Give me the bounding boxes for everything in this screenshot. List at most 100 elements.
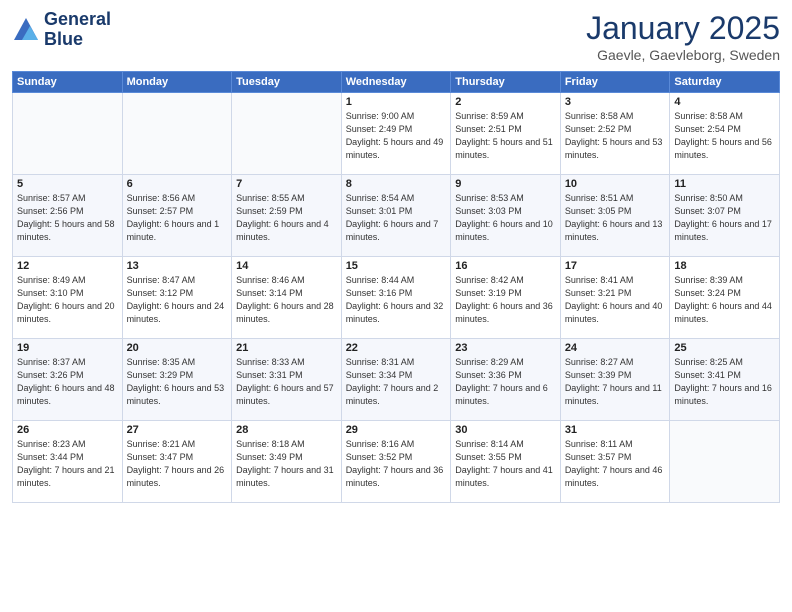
- day-number: 14: [236, 260, 337, 272]
- table-row: 6Sunrise: 8:56 AM Sunset: 2:57 PM Daylig…: [122, 175, 232, 257]
- table-row: 19Sunrise: 8:37 AM Sunset: 3:26 PM Dayli…: [13, 339, 123, 421]
- table-row: 25 Sunrise: 8:25 AM Sunset: 3:41 PM Dayli…: [670, 339, 780, 421]
- day-info: Sunrise: 8:41 AM Sunset: 3:21 PM Dayligh…: [565, 274, 666, 326]
- table-row: 21 Sunrise: 8:33 AM Sunset: 3:31 PM Dayli…: [232, 339, 342, 421]
- calendar-table: Sunday Monday Tuesday Wednesday Thursday…: [12, 71, 780, 503]
- day-info: Sunrise: 8:35 AM Sunset: 3:29 PM Dayligh…: [127, 356, 228, 408]
- day-number: 27: [127, 424, 228, 436]
- table-row: 16Sunrise: 8:42 AM Sunset: 3:19 PM Dayli…: [451, 257, 561, 339]
- table-row: 1 Sunrise: 9:00 AM Sunset: 2:49 PM Daylig…: [341, 93, 451, 175]
- day-number: 15: [346, 260, 447, 272]
- day-number: 31: [565, 424, 666, 436]
- day-number: 8: [346, 178, 447, 190]
- day-number: 20: [127, 342, 228, 354]
- day-info: Sunrise: 8:31 AM Sunset: 3:34 PM Dayligh…: [346, 356, 447, 408]
- col-friday: Friday: [560, 72, 670, 93]
- table-row: 7 Sunrise: 8:55 AM Sunset: 2:59 PM Daylig…: [232, 175, 342, 257]
- day-info: Sunrise: 8:58 AM Sunset: 2:52 PM Dayligh…: [565, 110, 666, 162]
- day-info: Sunrise: 8:58 AM Sunset: 2:54 PM Dayligh…: [674, 110, 775, 162]
- day-info: Sunrise: 8:33 AM Sunset: 3:31 PM Dayligh…: [236, 356, 337, 408]
- calendar-week-row: 5 Sunrise: 8:57 AM Sunset: 2:56 PM Daylig…: [13, 175, 780, 257]
- calendar-week-row: 19Sunrise: 8:37 AM Sunset: 3:26 PM Dayli…: [13, 339, 780, 421]
- logo-icon: [12, 16, 40, 44]
- table-row: 11Sunrise: 8:50 AM Sunset: 3:07 PM Dayli…: [670, 175, 780, 257]
- table-row: 4Sunrise: 8:58 AM Sunset: 2:54 PM Daylig…: [670, 93, 780, 175]
- page-container: General Blue January 2025 Gaevle, Gaevle…: [0, 0, 792, 511]
- day-number: 12: [17, 260, 118, 272]
- table-row: 12 Sunrise: 8:49 AM Sunset: 3:10 PM Dayli…: [13, 257, 123, 339]
- day-info: Sunrise: 8:49 AM Sunset: 3:10 PM Dayligh…: [17, 274, 118, 326]
- day-number: 23: [455, 342, 556, 354]
- table-row: [13, 93, 123, 175]
- table-row: 14 Sunrise: 8:46 AM Sunset: 3:14 PM Dayli…: [232, 257, 342, 339]
- calendar-week-row: 26 Sunrise: 8:23 AM Sunset: 3:44 PM Dayli…: [13, 421, 780, 503]
- day-number: 13: [127, 260, 228, 272]
- col-thursday: Thursday: [451, 72, 561, 93]
- day-number: 19: [17, 342, 118, 354]
- day-number: 7: [236, 178, 337, 190]
- day-number: 21: [236, 342, 337, 354]
- table-row: 18Sunrise: 8:39 AM Sunset: 3:24 PM Dayli…: [670, 257, 780, 339]
- table-row: 22Sunrise: 8:31 AM Sunset: 3:34 PM Dayli…: [341, 339, 451, 421]
- table-row: 15 Sunrise: 8:44 AM Sunset: 3:16 PM Dayli…: [341, 257, 451, 339]
- day-number: 3: [565, 96, 666, 108]
- day-info: Sunrise: 8:16 AM Sunset: 3:52 PM Dayligh…: [346, 438, 447, 490]
- table-row: 23 Sunrise: 8:29 AM Sunset: 3:36 PM Dayli…: [451, 339, 561, 421]
- title-block: January 2025 Gaevle, Gaevleborg, Sweden: [586, 10, 780, 63]
- table-row: 2 Sunrise: 8:59 AM Sunset: 2:51 PM Daylig…: [451, 93, 561, 175]
- day-info: Sunrise: 8:25 AM Sunset: 3:41 PM Dayligh…: [674, 356, 775, 408]
- day-info: Sunrise: 8:55 AM Sunset: 2:59 PM Dayligh…: [236, 192, 337, 244]
- day-info: Sunrise: 8:11 AM Sunset: 3:57 PM Dayligh…: [565, 438, 666, 490]
- day-number: 25: [674, 342, 775, 354]
- day-number: 16: [455, 260, 556, 272]
- day-info: Sunrise: 8:56 AM Sunset: 2:57 PM Dayligh…: [127, 192, 228, 244]
- calendar-body: 1 Sunrise: 9:00 AM Sunset: 2:49 PM Daylig…: [13, 93, 780, 503]
- day-number: 26: [17, 424, 118, 436]
- day-number: 2: [455, 96, 556, 108]
- table-row: 17Sunrise: 8:41 AM Sunset: 3:21 PM Dayli…: [560, 257, 670, 339]
- table-row: 5 Sunrise: 8:57 AM Sunset: 2:56 PM Daylig…: [13, 175, 123, 257]
- calendar-week-row: 12 Sunrise: 8:49 AM Sunset: 3:10 PM Dayli…: [13, 257, 780, 339]
- day-info: Sunrise: 8:18 AM Sunset: 3:49 PM Dayligh…: [236, 438, 337, 490]
- day-info: Sunrise: 8:23 AM Sunset: 3:44 PM Dayligh…: [17, 438, 118, 490]
- day-info: Sunrise: 9:00 AM Sunset: 2:49 PM Dayligh…: [346, 110, 447, 162]
- day-info: Sunrise: 8:51 AM Sunset: 3:05 PM Dayligh…: [565, 192, 666, 244]
- col-monday: Monday: [122, 72, 232, 93]
- table-row: 27 Sunrise: 8:21 AM Sunset: 3:47 PM Dayli…: [122, 421, 232, 503]
- logo-line1: General: [44, 10, 111, 30]
- col-tuesday: Tuesday: [232, 72, 342, 93]
- table-row: [670, 421, 780, 503]
- col-wednesday: Wednesday: [341, 72, 451, 93]
- table-row: 28 Sunrise: 8:18 AM Sunset: 3:49 PM Dayli…: [232, 421, 342, 503]
- day-number: 28: [236, 424, 337, 436]
- table-row: 9Sunrise: 8:53 AM Sunset: 3:03 PM Daylig…: [451, 175, 561, 257]
- calendar-header-row: Sunday Monday Tuesday Wednesday Thursday…: [13, 72, 780, 93]
- day-info: Sunrise: 8:54 AM Sunset: 3:01 PM Dayligh…: [346, 192, 447, 244]
- day-info: Sunrise: 8:21 AM Sunset: 3:47 PM Dayligh…: [127, 438, 228, 490]
- day-info: Sunrise: 8:50 AM Sunset: 3:07 PM Dayligh…: [674, 192, 775, 244]
- logo: General Blue: [12, 10, 111, 50]
- day-number: 29: [346, 424, 447, 436]
- location-title: Gaevle, Gaevleborg, Sweden: [586, 47, 780, 63]
- day-info: Sunrise: 8:47 AM Sunset: 3:12 PM Dayligh…: [127, 274, 228, 326]
- day-number: 30: [455, 424, 556, 436]
- day-number: 24: [565, 342, 666, 354]
- col-saturday: Saturday: [670, 72, 780, 93]
- table-row: 3 Sunrise: 8:58 AM Sunset: 2:52 PM Daylig…: [560, 93, 670, 175]
- day-info: Sunrise: 8:46 AM Sunset: 3:14 PM Dayligh…: [236, 274, 337, 326]
- header: General Blue January 2025 Gaevle, Gaevle…: [12, 10, 780, 63]
- day-info: Sunrise: 8:57 AM Sunset: 2:56 PM Dayligh…: [17, 192, 118, 244]
- col-sunday: Sunday: [13, 72, 123, 93]
- table-row: 24Sunrise: 8:27 AM Sunset: 3:39 PM Dayli…: [560, 339, 670, 421]
- logo-line2: Blue: [44, 30, 111, 50]
- day-number: 1: [346, 96, 447, 108]
- day-info: Sunrise: 8:14 AM Sunset: 3:55 PM Dayligh…: [455, 438, 556, 490]
- day-info: Sunrise: 8:44 AM Sunset: 3:16 PM Dayligh…: [346, 274, 447, 326]
- day-info: Sunrise: 8:29 AM Sunset: 3:36 PM Dayligh…: [455, 356, 556, 408]
- day-info: Sunrise: 8:53 AM Sunset: 3:03 PM Dayligh…: [455, 192, 556, 244]
- table-row: 31 Sunrise: 8:11 AM Sunset: 3:57 PM Dayli…: [560, 421, 670, 503]
- day-number: 5: [17, 178, 118, 190]
- day-info: Sunrise: 8:39 AM Sunset: 3:24 PM Dayligh…: [674, 274, 775, 326]
- day-info: Sunrise: 8:59 AM Sunset: 2:51 PM Dayligh…: [455, 110, 556, 162]
- table-row: [232, 93, 342, 175]
